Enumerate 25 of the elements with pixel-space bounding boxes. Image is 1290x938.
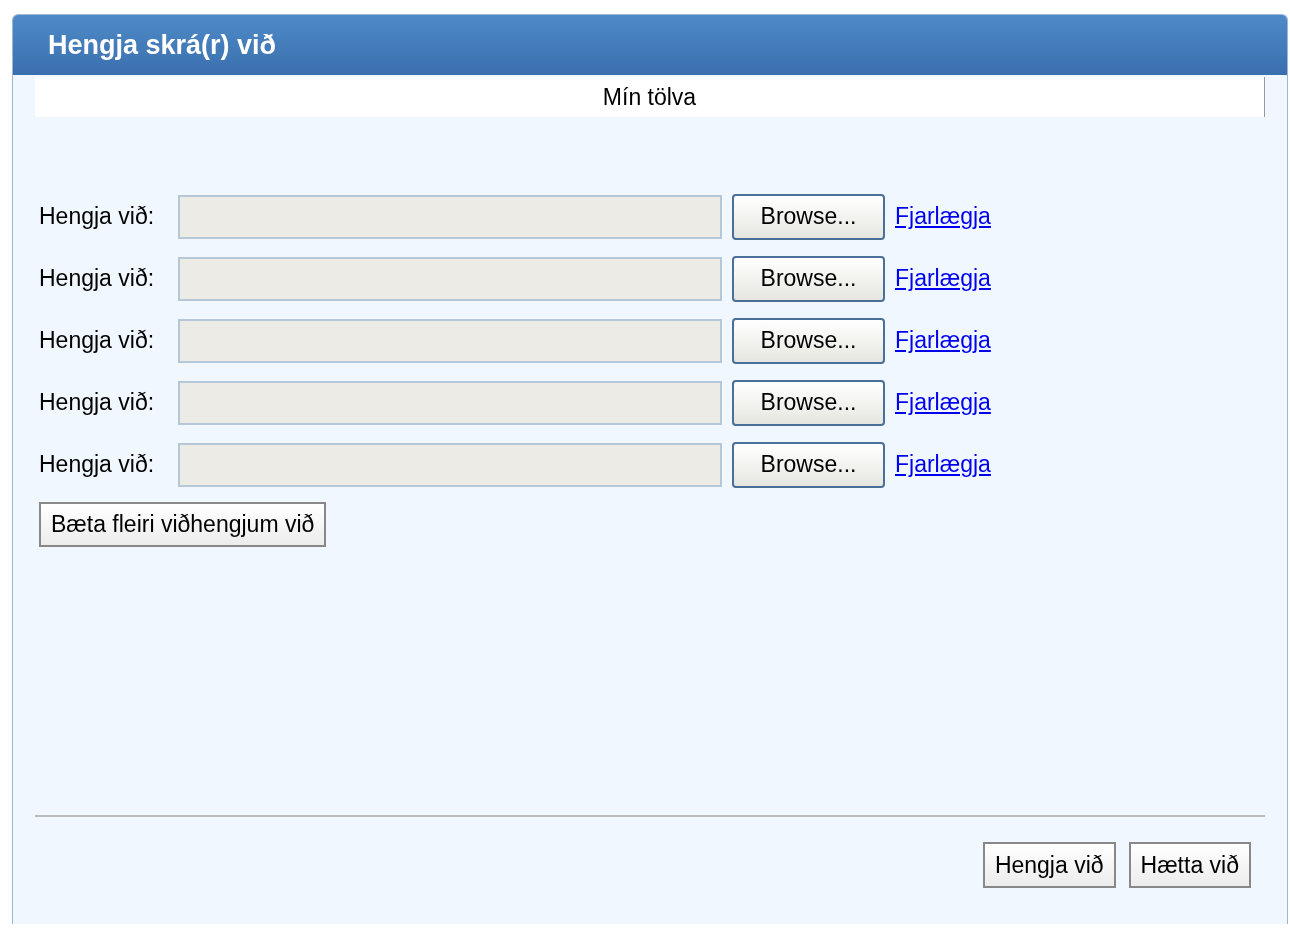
field-label: Hengja við:: [39, 265, 156, 292]
file-field[interactable]: [178, 380, 722, 425]
add-more-button[interactable]: Bæta fleiri viðhengjum við: [39, 502, 327, 547]
browse-button[interactable]: Browse...: [732, 441, 885, 488]
file-field[interactable]: [178, 194, 722, 239]
browse-button[interactable]: Browse...: [732, 379, 885, 426]
field-label: Hengja við:: [39, 389, 156, 416]
remove-link[interactable]: Fjarlægja: [895, 389, 991, 416]
tab[interactable]: Mín tölva: [598, 83, 701, 111]
browse-button[interactable]: Browse...: [732, 317, 885, 364]
remove-link[interactable]: Fjarlægja: [895, 203, 991, 230]
field-label: Hengja við:: [39, 451, 156, 478]
remove-link[interactable]: Fjarlægja: [895, 265, 991, 292]
field-label: Hengja við:: [39, 203, 156, 230]
dialog-title: Hengja skrá(r) við: [48, 29, 277, 61]
remove-link[interactable]: Fjarlægja: [895, 327, 991, 354]
browse-button[interactable]: Browse...: [732, 193, 885, 240]
remove-link[interactable]: Fjarlægja: [895, 451, 991, 478]
file-field[interactable]: [178, 442, 722, 487]
dialog-button[interactable]: Hætta við: [1128, 842, 1251, 888]
dialog-button[interactable]: Hengja við: [982, 842, 1116, 888]
browse-button[interactable]: Browse...: [732, 255, 885, 302]
field-label: Hengja við:: [39, 327, 156, 354]
file-field[interactable]: [178, 318, 722, 363]
file-field[interactable]: [178, 256, 722, 301]
